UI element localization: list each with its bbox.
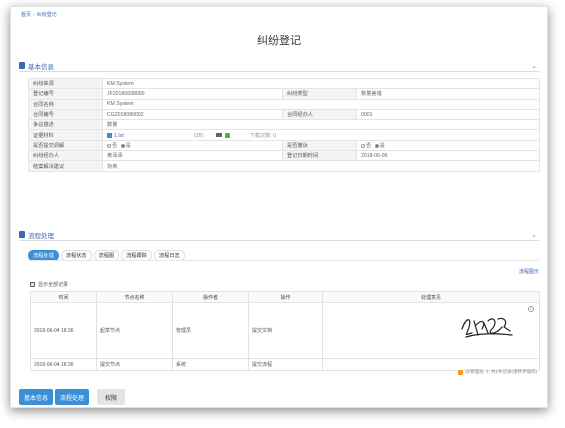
info-value: KM System bbox=[102, 98, 540, 110]
table-row: 登记编号 JF20180608000 纠纷类型 数量差错 bbox=[28, 88, 540, 100]
document-icon bbox=[19, 231, 25, 238]
history-node: 起草节点 bbox=[96, 302, 173, 359]
close-icon[interactable]: × bbox=[528, 306, 534, 312]
tab-divider bbox=[28, 260, 539, 261]
show-all-toggle[interactable]: 显示全部记录 bbox=[30, 281, 68, 288]
info-label: 合同编号 bbox=[28, 108, 103, 121]
table-row: 证据材料 1.txt (3B) 下载次数: 0 bbox=[28, 129, 540, 141]
table-row: 纠纷经办人 黄泽添 登记日期时间 2018-06-06 bbox=[28, 150, 540, 162]
download-count: 下载次数: 0 bbox=[249, 132, 277, 139]
radio-label: 是 bbox=[379, 142, 385, 149]
document-icon bbox=[19, 62, 25, 69]
info-label: 争议描述 bbox=[28, 119, 103, 131]
history-table: 时间 节点名称 操作者 操作 处理意见 2018-06-04 18:36 起草节… bbox=[30, 291, 540, 371]
table-row: 结案解决建议 协商 bbox=[28, 160, 540, 172]
table-row: 争议描述 数量 bbox=[28, 119, 540, 131]
view-icon[interactable] bbox=[215, 133, 222, 138]
radio-group: 否 是 bbox=[356, 139, 540, 152]
chevron-down-icon[interactable]: ⌄ bbox=[531, 231, 537, 239]
basic-info-button[interactable]: 基本信息 bbox=[19, 389, 54, 405]
show-all-label: 显示全部记录 bbox=[38, 282, 69, 288]
info-value: 协商 bbox=[102, 160, 540, 172]
table-row: 合同编号 CG2018080002 合同经办人 0001 bbox=[28, 108, 540, 121]
info-label: 证据材料 bbox=[28, 129, 103, 141]
info-label: 合同名称 bbox=[28, 98, 103, 110]
table-row: 合同名称 KM System bbox=[28, 98, 540, 110]
column-header: 节点名称 bbox=[96, 291, 173, 303]
attachment-size: (3B) bbox=[193, 132, 204, 139]
signature-image bbox=[461, 317, 513, 338]
bottom-toolbar: 基本信息 流程处理 权限 bbox=[19, 389, 126, 405]
info-value: 数量 bbox=[102, 119, 540, 131]
breadcrumb: 首页 › 纠纷登记 bbox=[21, 12, 57, 18]
process-button[interactable]: 流程处理 bbox=[55, 389, 90, 405]
history-node: 提交节点 bbox=[96, 358, 173, 371]
radio-group: 否 是 bbox=[102, 139, 283, 152]
info-label: 纠纷来源 bbox=[28, 77, 103, 90]
table-header-row: 时间 节点名称 操作者 操作 处理意见 bbox=[30, 291, 540, 303]
radio-yes[interactable] bbox=[374, 143, 379, 148]
table-row: 2018-06-04 18:36 起草节点 管理员 提交文档 × bbox=[30, 302, 540, 359]
footnote: @管理员: 1, 共1条记录(请移步操作) bbox=[458, 369, 537, 375]
permission-button[interactable]: 权限 bbox=[97, 389, 126, 405]
chevron-down-icon[interactable]: ⌄ bbox=[531, 62, 537, 70]
breadcrumb-current: 纠纷登记 bbox=[36, 12, 57, 18]
history-time: 2018-06-04 18:36 bbox=[30, 358, 97, 371]
attachment-link[interactable]: 1.txt bbox=[114, 133, 124, 139]
history-action: 提交流程 bbox=[248, 358, 323, 371]
info-label: 是否撤诉 bbox=[282, 139, 357, 152]
radio-no[interactable] bbox=[107, 143, 111, 148]
download-icon[interactable] bbox=[224, 132, 230, 138]
file-icon bbox=[107, 132, 112, 138]
table-row: 是否提交调解 否 是 是否撤诉 否 是 bbox=[28, 139, 540, 152]
basic-info-title: 基本信息 bbox=[28, 63, 54, 71]
info-label: 纠纷类型 bbox=[282, 88, 357, 100]
history-time: 2018-06-04 18:36 bbox=[30, 302, 97, 359]
history-opinion: × bbox=[322, 302, 540, 359]
info-label: 结案解决建议 bbox=[28, 160, 103, 172]
info-label: 是否提交调解 bbox=[28, 139, 103, 152]
column-header: 操作 bbox=[248, 291, 323, 303]
column-header: 处理意见 bbox=[322, 291, 540, 303]
info-value: 黄泽添 bbox=[102, 150, 283, 162]
history-action: 提交文档 bbox=[248, 302, 323, 359]
show-all-checkbox[interactable] bbox=[30, 282, 35, 287]
breadcrumb-home[interactable]: 首页 bbox=[21, 12, 31, 18]
process-title: 流程处理 bbox=[28, 232, 54, 240]
info-value: JF20180608000 bbox=[102, 88, 283, 100]
radio-yes[interactable] bbox=[120, 143, 125, 148]
footnote-text: @管理员: 1, 共1条记录(请移步操作) bbox=[465, 369, 537, 374]
page-title: 纠纷登记 bbox=[257, 35, 301, 47]
process-header[interactable]: 流程处理 ⌄ bbox=[19, 229, 539, 241]
history-user: 系统 bbox=[172, 358, 249, 371]
radio-label: 否 bbox=[112, 142, 118, 149]
basic-info-header[interactable]: 基本信息 ⌄ bbox=[19, 60, 539, 72]
info-label: 登记日期时间 bbox=[282, 150, 357, 162]
warning-icon bbox=[458, 369, 464, 375]
info-value: CG2018080002 bbox=[102, 108, 283, 121]
info-value: KM System bbox=[102, 77, 540, 90]
radio-label: 是 bbox=[125, 142, 131, 149]
column-header: 时间 bbox=[30, 291, 97, 303]
info-label: 登记编号 bbox=[28, 88, 103, 100]
radio-no[interactable] bbox=[361, 143, 365, 148]
info-value: 2018-06-06 bbox=[356, 150, 540, 162]
info-label: 纠纷经办人 bbox=[28, 150, 103, 162]
info-value: 数量差错 bbox=[356, 88, 540, 100]
radio-label: 否 bbox=[366, 142, 372, 149]
info-value: 0001 bbox=[356, 108, 540, 121]
basic-info-table: 纠纷来源 KM System 登记编号 JF20180608000 纠纷类型 数… bbox=[28, 77, 540, 172]
attachment-cell: 1.txt (3B) 下载次数: 0 bbox=[102, 129, 540, 141]
main-panel: 首页 › 纠纷登记 纠纷登记 基本信息 ⌄ 纠纷来源 KM System 登记编号 … bbox=[10, 6, 548, 408]
table-row: 纠纷来源 KM System bbox=[28, 77, 540, 90]
history-user: 管理员 bbox=[172, 302, 249, 359]
column-header: 操作者 bbox=[172, 291, 249, 303]
info-label: 合同经办人 bbox=[282, 108, 357, 121]
flow-chart-link[interactable]: 流程图示 bbox=[519, 268, 539, 275]
